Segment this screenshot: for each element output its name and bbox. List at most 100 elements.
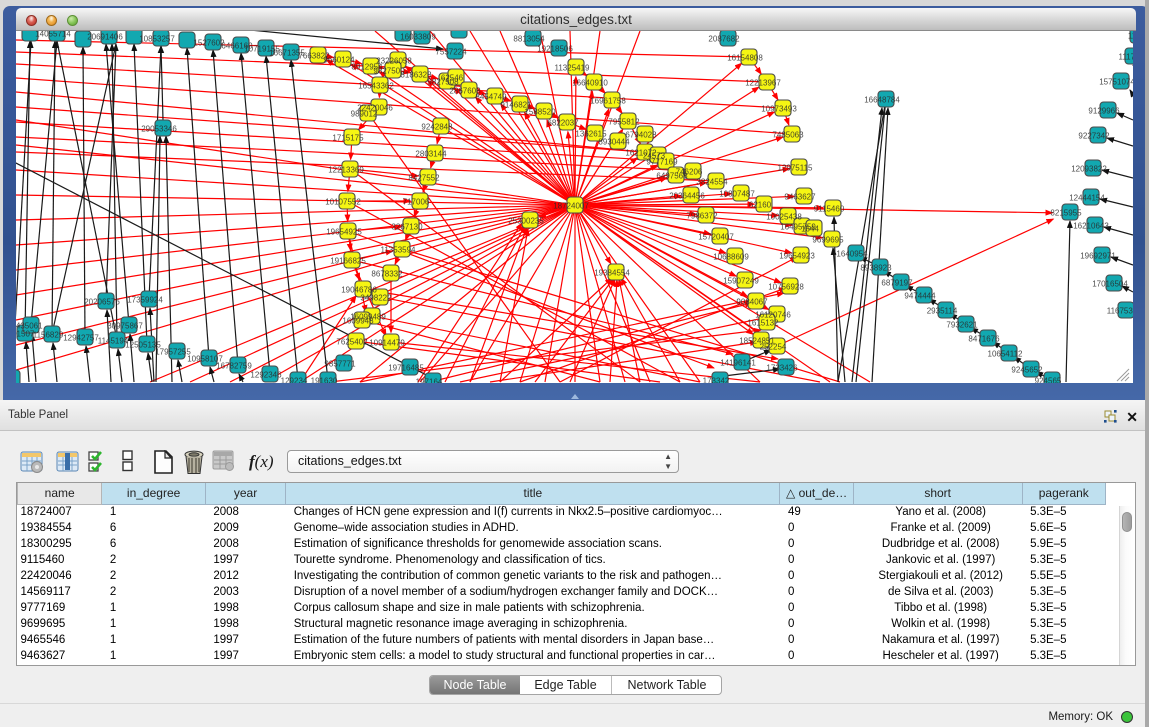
svg-text:717006: 717006 <box>403 198 430 207</box>
svg-text:9129966: 9129966 <box>1088 107 1120 116</box>
svg-text:11174: 11174 <box>1118 53 1133 62</box>
svg-text:8813054: 8813054 <box>513 35 545 44</box>
svg-text:924565: 924565 <box>1035 377 1062 384</box>
svg-text:9242848: 9242848 <box>421 123 453 132</box>
svg-text:11353594: 11353594 <box>381 246 417 255</box>
svg-text:16648784: 16648784 <box>864 96 900 105</box>
svg-text:19218506: 19218506 <box>537 45 573 54</box>
svg-text:15907249: 15907249 <box>723 277 759 286</box>
svg-text:129234: 129234 <box>281 377 308 384</box>
svg-text:15751074: 15751074 <box>1099 78 1133 87</box>
svg-text:7557224: 7557224 <box>435 48 467 57</box>
svg-text:252254: 252254 <box>760 343 787 352</box>
svg-text:10973493: 10973493 <box>761 105 797 114</box>
svg-text:16154808: 16154808 <box>727 54 763 63</box>
svg-text:197164: 197164 <box>416 378 443 384</box>
svg-text:19716485: 19716485 <box>388 364 424 373</box>
svg-text:8678332: 8678332 <box>371 270 403 279</box>
svg-text:1167533: 1167533 <box>1107 307 1133 316</box>
svg-text:6822037: 6822037 <box>547 119 579 128</box>
svg-text:3267130: 3267130 <box>391 223 423 232</box>
svg-text:10107552: 10107552 <box>325 198 361 207</box>
svg-text:9777169: 9777169 <box>646 158 678 167</box>
svg-text:16961758: 16961758 <box>590 97 626 106</box>
svg-text:1145194: 1145194 <box>98 337 129 346</box>
svg-text:12975115: 12975115 <box>778 164 814 173</box>
svg-text:7485063: 7485063 <box>772 131 804 140</box>
svg-text:19654923: 19654923 <box>779 252 815 261</box>
svg-text:191630: 191630 <box>311 377 338 384</box>
svg-text:10756928: 10756928 <box>768 283 804 292</box>
svg-text:12093822: 12093822 <box>1071 165 1107 174</box>
svg-text:14196141: 14196141 <box>720 359 756 368</box>
svg-text:25300235: 25300235 <box>508 217 544 226</box>
svg-text:173342: 173342 <box>703 377 730 384</box>
svg-text:1609948: 1609948 <box>342 317 374 326</box>
svg-text:6879197: 6879197 <box>881 279 913 288</box>
svg-text:16543362: 16543362 <box>358 82 394 91</box>
svg-text:18724007: 18724007 <box>553 202 589 211</box>
svg-text:16640910: 16640910 <box>572 79 608 88</box>
svg-text:62160: 62160 <box>749 201 772 210</box>
svg-text:20364456: 20364456 <box>669 192 705 201</box>
svg-text:1644: 1644 <box>801 225 819 234</box>
svg-text:1527602: 1527602 <box>193 39 225 48</box>
svg-text:7625402: 7625402 <box>336 338 368 347</box>
svg-text:29053346: 29053346 <box>141 125 177 134</box>
svg-text:9245652: 9245652 <box>1011 366 1043 375</box>
svg-text:7986372: 7986372 <box>686 212 718 221</box>
svg-text:20206576: 20206576 <box>84 298 120 307</box>
svg-text:8427552: 8427552 <box>408 174 440 183</box>
svg-text:1640954: 1640954 <box>836 250 868 259</box>
svg-text:111: 111 <box>1128 32 1133 41</box>
svg-text:2935114: 2935114 <box>927 307 958 316</box>
svg-text:2803144: 2803144 <box>415 150 447 159</box>
svg-text:6794028: 6794028 <box>625 131 657 140</box>
svg-text:9474444: 9474444 <box>904 292 936 301</box>
svg-text:12942757: 12942757 <box>63 334 99 343</box>
svg-text:10914479: 10914479 <box>369 339 405 348</box>
svg-text:10807487: 10807487 <box>719 190 755 199</box>
svg-text:8215955: 8215955 <box>1050 209 1082 218</box>
svg-text:17016504: 17016504 <box>1092 280 1128 289</box>
svg-text:7932621: 7932621 <box>946 321 978 330</box>
svg-text:19692971: 19692971 <box>1080 252 1116 261</box>
svg-text:30975867: 30975867 <box>107 322 143 331</box>
svg-text:1615132: 1615132 <box>747 319 779 328</box>
svg-text:23226058: 23226058 <box>376 57 412 66</box>
svg-text:62546: 62546 <box>441 74 464 83</box>
svg-text:15720407: 15720407 <box>698 233 734 242</box>
svg-text:9115460: 9115460 <box>814 205 845 214</box>
svg-text:12444154: 12444154 <box>1069 194 1105 203</box>
svg-text:9227342: 9227342 <box>1078 132 1110 141</box>
svg-text:1588520: 1588520 <box>524 108 556 117</box>
svg-text:16782759: 16782759 <box>216 362 252 371</box>
svg-text:9660124: 9660124 <box>323 56 355 65</box>
svg-text:10025438: 10025438 <box>766 213 802 222</box>
svg-text:989012: 989012 <box>351 110 378 119</box>
svg-text:8938923: 8938923 <box>860 264 892 273</box>
svg-text:9699695: 9699695 <box>812 236 844 245</box>
svg-text:9084067: 9084067 <box>736 298 768 307</box>
svg-text:1156829: 1156829 <box>33 331 64 340</box>
svg-text:1435061: 1435061 <box>16 322 43 331</box>
svg-text:12213967: 12213967 <box>745 79 781 88</box>
svg-text:10853257: 10853257 <box>139 35 175 44</box>
svg-text:3824554: 3824554 <box>696 178 728 187</box>
svg-text:8471676: 8471676 <box>968 335 1000 344</box>
svg-text:7955812: 7955812 <box>608 118 640 127</box>
svg-text:9857771: 9857771 <box>324 360 356 369</box>
svg-text:16033809: 16033809 <box>400 33 436 42</box>
svg-text:12213369: 12213369 <box>328 166 364 175</box>
svg-text:8930444: 8930444 <box>598 138 630 147</box>
svg-text:1715175: 1715175 <box>332 134 364 143</box>
svg-text:10654112: 10654112 <box>988 350 1024 359</box>
svg-text:2087682: 2087682 <box>708 35 740 44</box>
svg-text:1292346: 1292346 <box>250 371 282 380</box>
svg-text:17359924: 17359924 <box>127 296 163 305</box>
svg-text:746206: 746206 <box>676 168 703 177</box>
svg-text:19166825: 19166825 <box>330 257 366 266</box>
svg-text:19384554: 19384554 <box>594 269 630 278</box>
svg-text:9463627: 9463627 <box>784 193 816 202</box>
svg-text:20691406: 20691406 <box>87 33 123 42</box>
